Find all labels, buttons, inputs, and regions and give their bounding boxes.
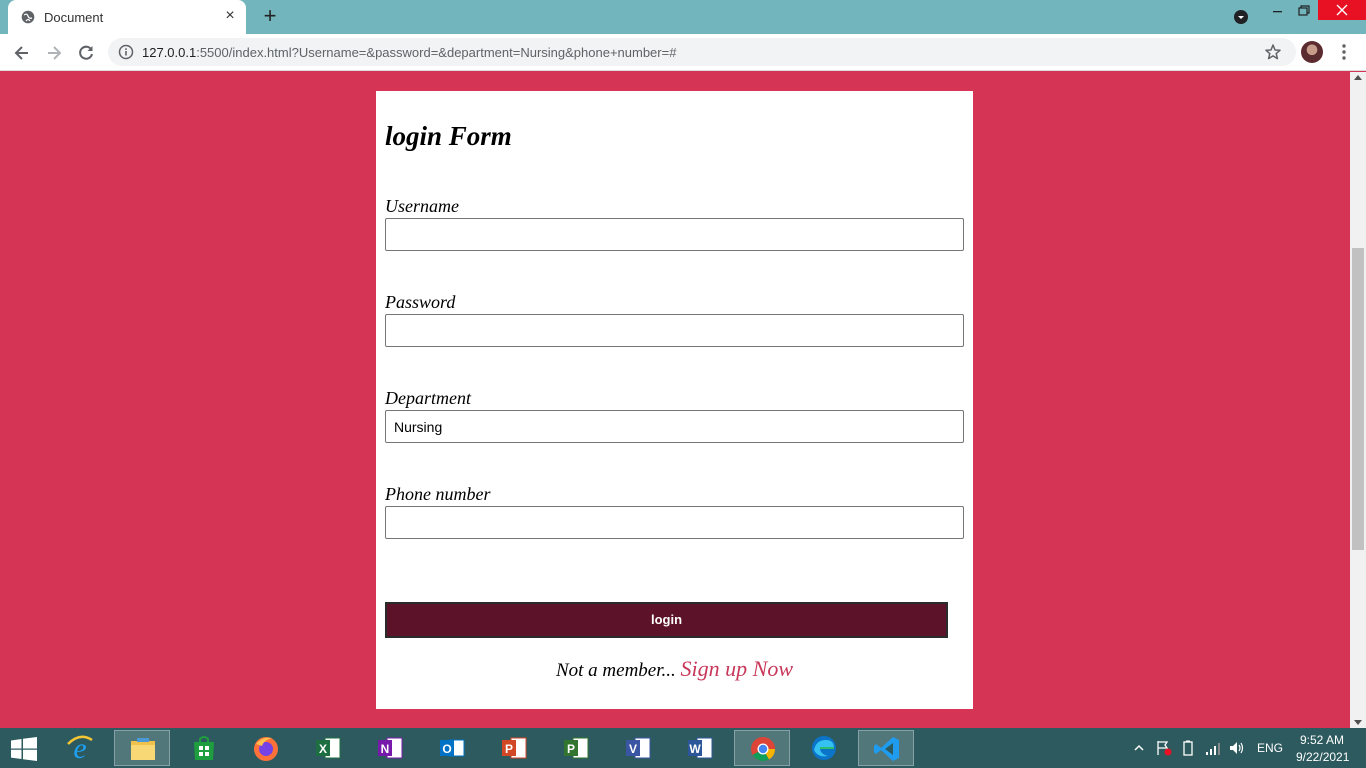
- edge-icon: [812, 736, 836, 760]
- taskbar-word[interactable]: W: [672, 730, 728, 766]
- taskbar-firefox[interactable]: [238, 730, 294, 766]
- login-button[interactable]: login: [385, 602, 948, 638]
- address-bar[interactable]: 127.0.0.1:5500/index.html?Username=&pass…: [108, 38, 1296, 66]
- form-title: login Form: [385, 121, 512, 151]
- taskbar-onenote[interactable]: N: [362, 730, 418, 766]
- close-icon: [1336, 4, 1348, 16]
- phone-number-input[interactable]: [385, 506, 964, 539]
- volume-icon[interactable]: [1228, 740, 1244, 756]
- bookmark-star-icon[interactable]: [1264, 43, 1282, 61]
- svg-text:V: V: [629, 742, 637, 756]
- taskbar-outlook[interactable]: O: [424, 730, 480, 766]
- action-center-flag-icon[interactable]: [1156, 740, 1172, 756]
- login-form-card: login Form Username Password Department …: [376, 91, 973, 709]
- chrome-icon: [751, 737, 775, 762]
- taskbar-visio[interactable]: V: [610, 730, 666, 766]
- project-icon: P: [564, 737, 589, 759]
- svg-text:P: P: [505, 742, 513, 756]
- file-explorer-icon: [131, 738, 155, 760]
- clock-date[interactable]: 9/22/2021: [1296, 750, 1349, 764]
- taskbar-project[interactable]: P: [548, 730, 604, 766]
- department-input[interactable]: [385, 410, 964, 443]
- internet-explorer-icon: e: [67, 734, 93, 762]
- restore-icon[interactable]: [1292, 0, 1316, 22]
- url-host: 127.0.0.1: [142, 45, 197, 60]
- page-viewport: login Form Username Password Department …: [0, 72, 1350, 728]
- svg-text:O: O: [442, 742, 451, 756]
- firefox-icon: [254, 737, 278, 761]
- onenote-icon: N: [378, 737, 403, 759]
- globe-icon: [21, 10, 35, 24]
- username-label: Username: [385, 196, 459, 216]
- tab-search-icon[interactable]: [1234, 10, 1248, 24]
- taskbar-excel[interactable]: X: [300, 730, 356, 766]
- powerpoint-icon: P: [502, 737, 527, 759]
- browser-toolbar: 127.0.0.1:5500/index.html?Username=&pass…: [0, 34, 1366, 71]
- new-tab-button[interactable]: +: [260, 5, 280, 27]
- phone-number-label: Phone number: [385, 484, 491, 504]
- back-icon[interactable]: [12, 43, 32, 63]
- svg-text:X: X: [319, 742, 327, 756]
- username-input[interactable]: [385, 218, 964, 251]
- department-label: Department: [385, 388, 471, 408]
- taskbar-internet-explorer[interactable]: e: [52, 730, 108, 766]
- tab-close-icon[interactable]: ×: [222, 8, 238, 24]
- visio-icon: V: [626, 737, 651, 759]
- browser-tab-strip: Document × +: [0, 0, 1366, 34]
- clock-time[interactable]: 9:52 AM: [1300, 733, 1344, 747]
- info-icon[interactable]: [118, 44, 134, 60]
- svg-text:P: P: [567, 742, 575, 756]
- taskbar-chrome[interactable]: [734, 730, 790, 766]
- profile-avatar[interactable]: [1301, 41, 1323, 63]
- password-input[interactable]: [385, 314, 964, 347]
- word-icon: W: [688, 737, 713, 759]
- svg-text:N: N: [381, 742, 390, 756]
- start-icon: [11, 737, 37, 761]
- outlook-icon: O: [440, 739, 465, 757]
- taskbar-store[interactable]: [176, 730, 232, 766]
- svg-text:W: W: [689, 742, 701, 756]
- excel-icon: X: [316, 737, 341, 759]
- vertical-scrollbar[interactable]: [1350, 72, 1366, 728]
- store-icon: [194, 736, 214, 760]
- forward-icon[interactable]: [44, 43, 64, 63]
- windows-taskbar: e X N O P P V W ENG 9:52 AM 9/22/2021: [0, 728, 1366, 768]
- taskbar-powerpoint[interactable]: P: [486, 730, 542, 766]
- taskbar-file-explorer[interactable]: [114, 730, 170, 766]
- scroll-up-icon[interactable]: [1354, 75, 1362, 80]
- vscode-icon: [874, 737, 899, 761]
- close-window-button[interactable]: [1318, 0, 1366, 20]
- more-menu-icon[interactable]: [1336, 43, 1352, 61]
- minimize-icon[interactable]: [1264, 0, 1292, 22]
- scroll-down-icon[interactable]: [1354, 720, 1362, 725]
- browser-tab[interactable]: Document ×: [8, 0, 246, 34]
- url-text: 127.0.0.1:5500/index.html?Username=&pass…: [142, 45, 676, 60]
- signup-row: Not a member... Sign up Now: [376, 656, 973, 682]
- signup-link[interactable]: Sign up Now: [681, 656, 793, 681]
- reload-icon[interactable]: [76, 43, 96, 63]
- language-indicator[interactable]: ENG: [1257, 741, 1283, 755]
- taskbar-edge[interactable]: [796, 730, 852, 766]
- tab-title: Document: [44, 10, 104, 25]
- show-hidden-icons-icon[interactable]: [1134, 740, 1144, 756]
- start-button[interactable]: [0, 730, 50, 766]
- password-label: Password: [385, 292, 456, 312]
- battery-icon[interactable]: [1180, 740, 1196, 756]
- url-path: :5500/index.html?Username=&password=&dep…: [196, 45, 677, 60]
- not-member-text: Not a member...: [555, 660, 676, 681]
- scroll-thumb[interactable]: [1352, 248, 1364, 550]
- taskbar-vscode[interactable]: [858, 730, 914, 766]
- network-icon[interactable]: [1204, 740, 1220, 756]
